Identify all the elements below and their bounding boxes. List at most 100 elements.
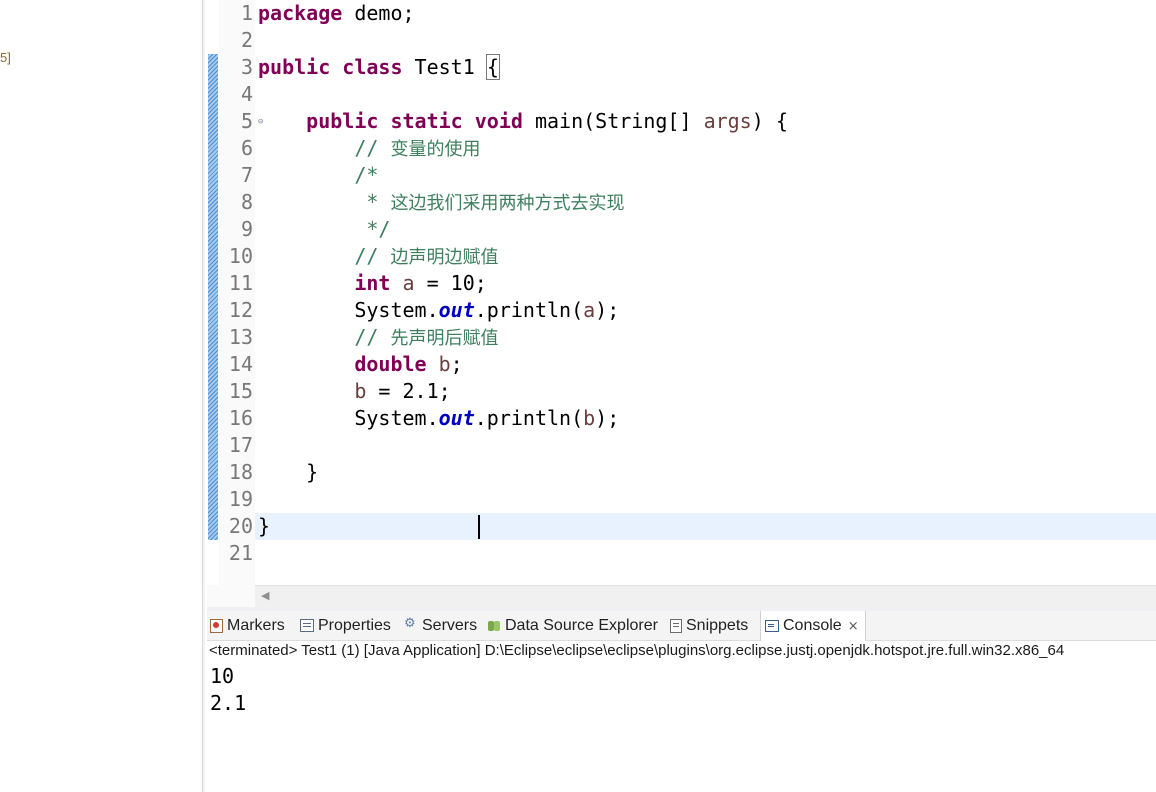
code-line[interactable]: b = 2.1; bbox=[258, 378, 450, 405]
code-line[interactable]: System.out.println(b); bbox=[258, 405, 619, 432]
truncated-label: 5] bbox=[0, 50, 11, 65]
markers-icon bbox=[210, 618, 223, 633]
code-token: main(String[] bbox=[522, 109, 704, 133]
line-number: 19 bbox=[228, 487, 253, 511]
line-number: 12 bbox=[228, 298, 253, 322]
view-tab-bar: Markers Properties Servers Data Source Expl… bbox=[207, 611, 1156, 641]
code-token: = 10; bbox=[414, 271, 487, 295]
line-number: 18 bbox=[228, 460, 253, 484]
code-token: Test1 bbox=[402, 55, 487, 79]
line-number: 15 bbox=[228, 379, 253, 403]
code-token: ); bbox=[595, 298, 620, 322]
code-token: System. bbox=[258, 298, 439, 322]
line-number: 9 bbox=[240, 217, 253, 241]
code-token: System. bbox=[258, 406, 439, 430]
code-token: ; bbox=[450, 352, 463, 376]
code-line[interactable]: } bbox=[258, 513, 270, 540]
tab-console[interactable]: Console × bbox=[760, 611, 866, 641]
properties-icon bbox=[300, 619, 314, 632]
code-token: public bbox=[306, 109, 379, 133]
tab-markers[interactable]: Markers bbox=[210, 611, 285, 640]
console-icon bbox=[765, 620, 779, 632]
line-number: 11 bbox=[228, 271, 253, 295]
code-line[interactable]: public static void main(String[] args) { bbox=[258, 108, 788, 135]
code-token: */ bbox=[366, 217, 391, 241]
package-explorer-pane: 5] bbox=[0, 0, 203, 792]
line-number: 8 bbox=[240, 190, 253, 214]
code-line[interactable]: package demo; bbox=[258, 0, 415, 27]
ruler-footer bbox=[207, 585, 255, 607]
scroll-left-arrow-icon[interactable]: ◀ bbox=[261, 589, 269, 602]
code-token: * bbox=[366, 190, 391, 214]
line-number: 2 bbox=[240, 28, 253, 52]
data-source-explorer-icon bbox=[487, 619, 501, 633]
code-token: demo; bbox=[342, 1, 415, 25]
code-token: b bbox=[583, 406, 596, 430]
code-token: // bbox=[354, 136, 391, 160]
code-token: public bbox=[258, 55, 331, 79]
code-token: b bbox=[354, 379, 367, 403]
line-number: 21 bbox=[228, 541, 253, 565]
line-number: 16 bbox=[228, 406, 253, 430]
pane-divider[interactable] bbox=[203, 0, 205, 792]
code-token: void bbox=[474, 109, 523, 133]
current-line-highlight bbox=[255, 513, 1156, 540]
code-token: 边声明边赋值 bbox=[390, 247, 499, 268]
tab-label: Servers bbox=[422, 616, 478, 634]
tab-properties[interactable]: Properties bbox=[300, 611, 391, 640]
code-token: ) { bbox=[751, 109, 788, 133]
code-line[interactable]: // 变量的使用 bbox=[258, 135, 480, 162]
java-editor[interactable]: 1 2 3 4 5 6 7 8 9 10 11 12 13 14 15 16 17 18 19 20 21 ⊖ packa… bbox=[207, 0, 1156, 585]
horizontal-scrollbar[interactable]: ◀ bbox=[255, 585, 1156, 607]
line-number: 10 bbox=[228, 244, 253, 268]
tab-label: Markers bbox=[227, 616, 285, 634]
code-line[interactable]: /* bbox=[258, 162, 378, 189]
code-token: 变量的使用 bbox=[390, 139, 481, 160]
code-line[interactable]: */ bbox=[258, 216, 390, 243]
code-line[interactable]: // 边声明边赋值 bbox=[258, 243, 498, 270]
tab-label: Console bbox=[783, 617, 842, 634]
tab-snippets[interactable]: Snippets bbox=[670, 611, 748, 640]
code-line[interactable]: } bbox=[258, 459, 318, 486]
tab-servers[interactable]: Servers bbox=[404, 611, 477, 640]
console-output[interactable]: 10 2.1 bbox=[210, 663, 246, 717]
code-token: class bbox=[342, 55, 403, 79]
line-number: 14 bbox=[228, 352, 253, 376]
code-token: a bbox=[583, 298, 596, 322]
code-token: ); bbox=[595, 406, 620, 430]
tab-label: Data Source Explorer bbox=[505, 616, 658, 634]
tab-label: Properties bbox=[318, 616, 391, 634]
code-token: double bbox=[354, 352, 427, 376]
close-icon[interactable]: × bbox=[848, 619, 859, 634]
tab-data-source-explorer[interactable]: Data Source Explorer bbox=[487, 611, 658, 640]
code-token: out bbox=[438, 298, 475, 322]
code-line[interactable]: * 这边我们采用两种方式去实现 bbox=[258, 189, 624, 216]
code-token: 先声明后赋值 bbox=[390, 328, 499, 349]
code-line[interactable]: System.out.println(a); bbox=[258, 297, 619, 324]
code-token: } bbox=[258, 514, 271, 538]
code-token: package bbox=[258, 1, 343, 25]
code-token: // bbox=[354, 244, 391, 268]
line-number: 1 bbox=[240, 1, 253, 25]
console-output-line: 10 bbox=[210, 664, 235, 688]
code-token: { bbox=[485, 54, 500, 80]
code-token: static bbox=[390, 109, 463, 133]
code-token: /* bbox=[354, 163, 379, 187]
console-process-label: <terminated> Test1 (1) [Java Application… bbox=[209, 642, 1065, 659]
text-caret bbox=[478, 515, 480, 539]
code-line[interactable]: public class Test1 { bbox=[258, 54, 500, 81]
code-line[interactable]: int a = 10; bbox=[258, 270, 487, 297]
code-line[interactable]: double b; bbox=[258, 351, 463, 378]
code-line[interactable]: // 先声明后赋值 bbox=[258, 324, 498, 351]
